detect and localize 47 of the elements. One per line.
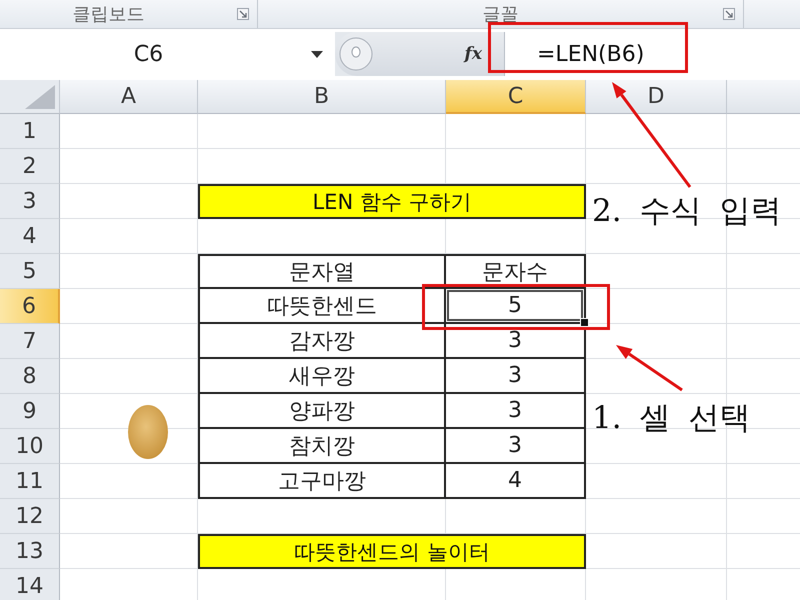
table-cell: 새우깡 bbox=[198, 359, 446, 394]
cookie-photo bbox=[128, 405, 168, 459]
table-cell: 5 bbox=[446, 289, 586, 324]
row-header[interactable]: 5 bbox=[0, 254, 60, 289]
table-cell: 3 bbox=[446, 429, 586, 464]
row-header[interactable]: 7 bbox=[0, 324, 60, 359]
row-header[interactable]: 6 bbox=[0, 289, 60, 324]
row-header[interactable]: 4 bbox=[0, 219, 60, 254]
row-header[interactable]: 3 bbox=[0, 184, 60, 219]
table-cell: 문자수 bbox=[446, 254, 586, 289]
table-cell: 문자열 bbox=[198, 254, 446, 289]
row-header[interactable]: 8 bbox=[0, 359, 60, 394]
column-header[interactable]: A bbox=[60, 80, 198, 114]
name-box[interactable]: C6 bbox=[0, 32, 335, 76]
callout-text: 1. 셀 선택 bbox=[592, 400, 750, 438]
row-header[interactable]: 11 bbox=[0, 464, 60, 499]
table-cell: 4 bbox=[446, 464, 586, 499]
table-cell: 고구마깡 bbox=[198, 464, 446, 499]
row-header[interactable]: 12 bbox=[0, 499, 60, 534]
formula-input[interactable]: =LEN(B6) bbox=[505, 32, 800, 76]
column-header[interactable]: C bbox=[446, 80, 586, 114]
table-cell: 3 bbox=[446, 394, 586, 429]
fill-handle[interactable] bbox=[580, 318, 589, 327]
grip-icon[interactable] bbox=[339, 37, 373, 71]
table-cell: 따뜻한센드 bbox=[198, 289, 446, 324]
dialog-launcher-icon[interactable] bbox=[723, 8, 735, 20]
sheet-banner: 따뜻한센드의 놀이터 bbox=[198, 534, 586, 569]
insert-function-button[interactable]: fx bbox=[464, 44, 482, 64]
table-cell: 3 bbox=[446, 359, 586, 394]
row-header[interactable]: 1 bbox=[0, 114, 60, 149]
table-cell: 참치깡 bbox=[198, 429, 446, 464]
row-header[interactable]: 10 bbox=[0, 429, 60, 464]
row-header[interactable]: 14 bbox=[0, 569, 60, 600]
row-header[interactable]: 9 bbox=[0, 394, 60, 429]
caret-icon[interactable] bbox=[311, 51, 323, 58]
table-cell: 감자깡 bbox=[198, 324, 446, 359]
ribbon-group-label: 글꼴 bbox=[482, 3, 518, 26]
column-header[interactable]: D bbox=[586, 80, 727, 114]
row-header[interactable]: 2 bbox=[0, 149, 60, 184]
triangle-icon bbox=[25, 85, 55, 109]
table-cell: 양파깡 bbox=[198, 394, 446, 429]
column-header[interactable]: B bbox=[198, 80, 446, 114]
callout-text: 2. 수식 입력 bbox=[592, 193, 782, 230]
dialog-launcher-icon[interactable] bbox=[237, 8, 249, 20]
row-header[interactable]: 13 bbox=[0, 534, 60, 569]
ribbon-group-label: 클립보드 bbox=[72, 3, 144, 26]
sheet-banner: LEN 함수 구하기 bbox=[198, 184, 586, 219]
